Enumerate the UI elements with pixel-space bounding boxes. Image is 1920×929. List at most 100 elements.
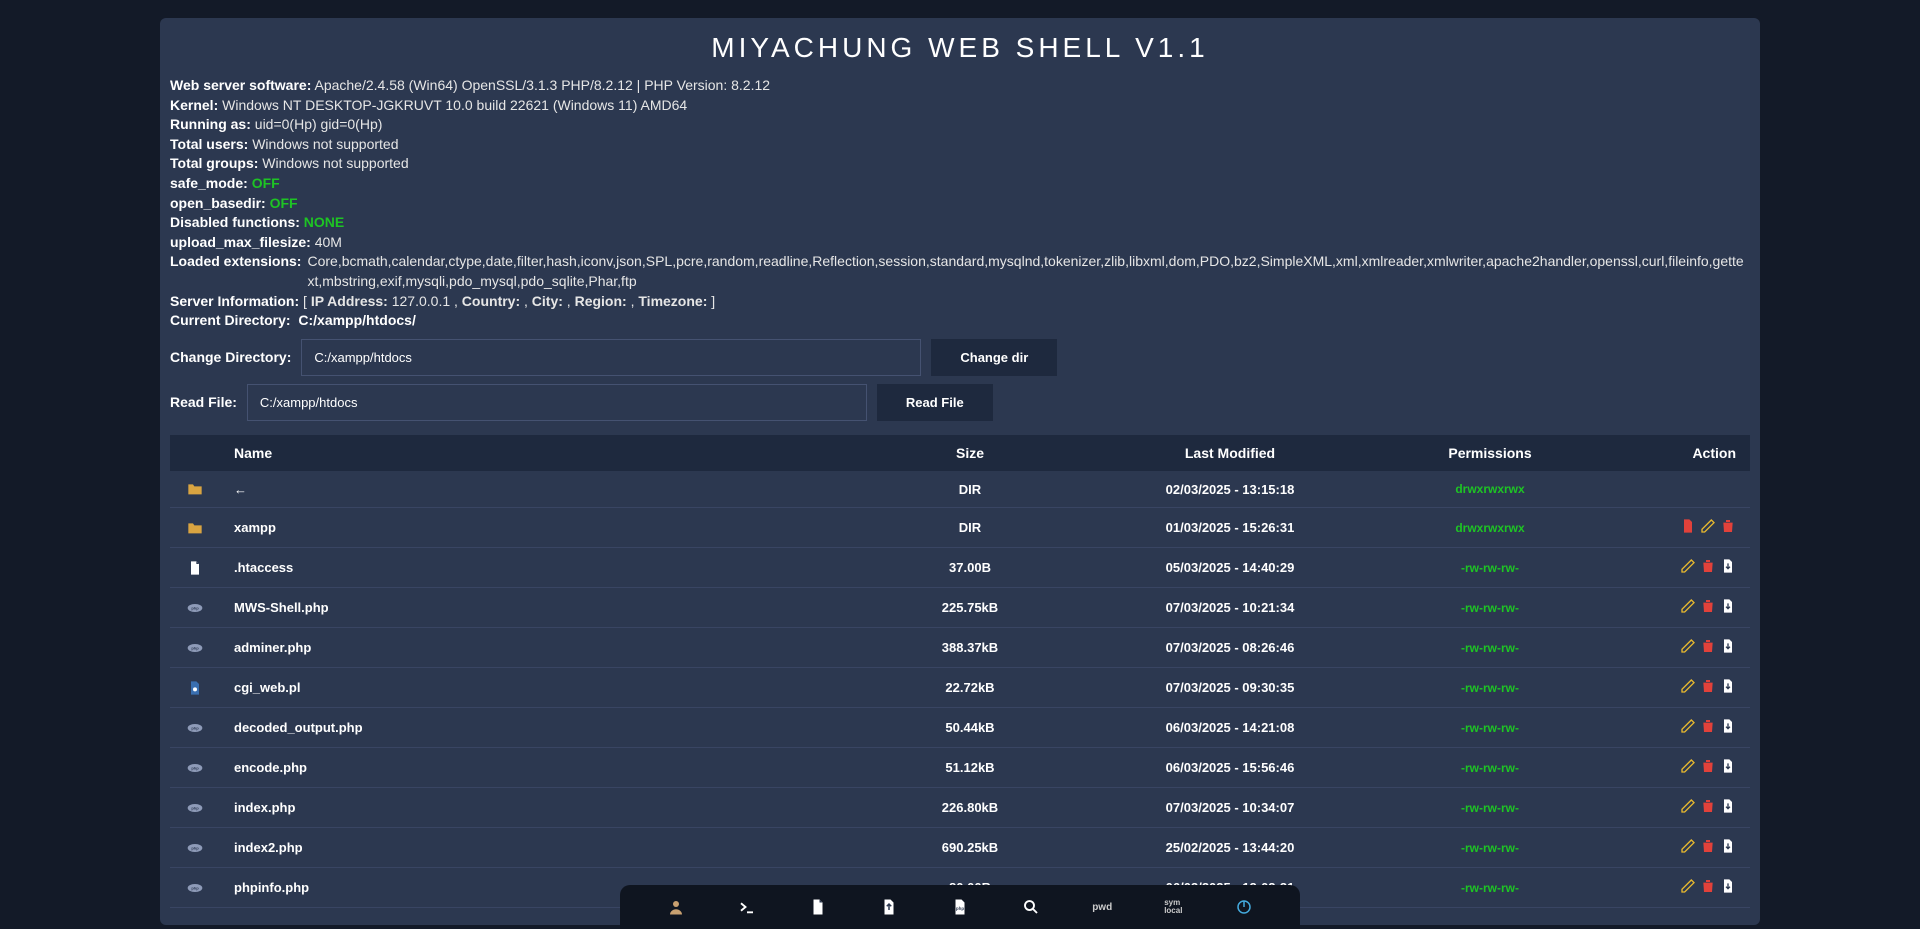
file-actions [1600,708,1750,748]
download-icon[interactable] [1720,878,1736,894]
file-name[interactable]: .htaccess [220,548,860,588]
taskbar-power-icon[interactable] [1224,887,1264,927]
file-date: 07/03/2025 - 10:34:07 [1080,788,1380,828]
kernel-value: Windows NT DESKTOP-JGKRUVT 10.0 build 22… [222,97,687,113]
total-users-label: Total users: [170,136,248,152]
file-size: 37.00B [860,548,1080,588]
table-row: .htaccess37.00B05/03/2025 - 14:40:29-rw-… [170,548,1750,588]
loaded-ext-value: Core,bcmath,calendar,ctype,date,filter,h… [307,252,1750,291]
file-table-wrap[interactable]: Name Size Last Modified Permissions Acti… [170,435,1750,915]
taskbar-php-file-icon[interactable]: php [940,887,980,927]
download-icon[interactable] [1720,718,1736,734]
taskbar-avatar-icon[interactable] [656,887,696,927]
taskbar-pwd-button[interactable]: pwd [1082,887,1122,927]
edit-icon[interactable] [1680,878,1696,894]
file-type-icon [170,668,220,708]
open-basedir-label: open_basedir: [170,195,266,211]
file-date: 07/03/2025 - 08:26:46 [1080,628,1380,668]
delete-icon[interactable] [1700,678,1716,694]
delete-icon[interactable] [1700,798,1716,814]
change-dir-input[interactable] [301,339,921,376]
download-icon[interactable] [1720,598,1736,614]
edit-icon[interactable] [1680,798,1696,814]
file-type-icon: php [170,788,220,828]
table-row: xamppDIR01/03/2025 - 15:26:31drwxrwxrwx [170,508,1750,548]
file-perm: -rw-rw-rw- [1380,748,1600,788]
svg-text:php: php [191,605,199,610]
svg-text:php: php [191,845,199,850]
file-type-icon: php [170,708,220,748]
taskbar-upload-file-icon[interactable] [869,887,909,927]
file-type-icon: php [170,828,220,868]
edit-icon[interactable] [1680,558,1696,574]
safe-mode-label: safe_mode: [170,175,248,191]
shell-container: MIYACHUNG WEB SHELL V1.1 Web server soft… [160,18,1760,925]
page-title: MIYACHUNG WEB SHELL V1.1 [170,32,1750,64]
delete-icon[interactable] [1700,558,1716,574]
edit-icon[interactable] [1680,598,1696,614]
edit-icon[interactable] [1680,718,1696,734]
current-dir-label: Current Directory: [170,312,291,328]
svg-text:php: php [191,725,199,730]
download-icon[interactable] [1720,758,1736,774]
taskbar-sym-button[interactable]: symlocal [1153,887,1193,927]
file-name[interactable]: cgi_web.pl [220,668,860,708]
change-dir-button[interactable]: Change dir [931,339,1057,376]
delete-icon[interactable] [1700,758,1716,774]
file-size: 22.72kB [860,668,1080,708]
ip-value: 127.0.0.1 [392,293,450,309]
svg-text:php: php [191,805,199,810]
edit-icon[interactable] [1680,678,1696,694]
file-size: 225.75kB [860,588,1080,628]
country-label: Country: [462,293,520,309]
file-name[interactable]: index2.php [220,828,860,868]
file-type-icon [170,548,220,588]
current-dir-value[interactable]: C:/xampp/htdocs/ [298,312,415,328]
taskbar-search-icon[interactable] [1011,887,1051,927]
delete-icon[interactable] [1720,518,1736,534]
file-perm: -rw-rw-rw- [1380,828,1600,868]
edit-icon[interactable] [1680,758,1696,774]
file-date: 06/03/2025 - 15:56:46 [1080,748,1380,788]
delete-icon[interactable] [1700,598,1716,614]
file-size: DIR [860,508,1080,548]
read-file-input[interactable] [247,384,867,421]
taskbar-new-file-icon[interactable] [798,887,838,927]
edit-icon[interactable] [1680,638,1696,654]
file-name[interactable]: decoded_output.php [220,708,860,748]
download-icon[interactable] [1720,798,1736,814]
file-perm: drwxrwxrwx [1380,471,1600,508]
table-row: phpindex.php226.80kB07/03/2025 - 10:34:0… [170,788,1750,828]
file-name[interactable]: encode.php [220,748,860,788]
file-name[interactable]: xampp [220,508,860,548]
delete-icon[interactable] [1700,878,1716,894]
taskbar-terminal-icon[interactable] [727,887,767,927]
delete-icon[interactable] [1700,638,1716,654]
file-name[interactable]: index.php [220,788,860,828]
file-date: 02/03/2025 - 13:15:18 [1080,471,1380,508]
file-name[interactable]: adminer.php [220,628,860,668]
rename-icon[interactable] [1680,518,1696,534]
timezone-label: Timezone: [638,293,707,309]
read-file-label: Read File: [170,394,237,410]
file-actions [1600,868,1750,908]
edit-icon[interactable] [1700,518,1716,534]
table-row: phpindex2.php690.25kB25/02/2025 - 13:44:… [170,828,1750,868]
file-name[interactable]: MWS-Shell.php [220,588,860,628]
delete-icon[interactable] [1700,718,1716,734]
read-file-button[interactable]: Read File [877,384,993,421]
file-date: 01/03/2025 - 15:26:31 [1080,508,1380,548]
file-date: 07/03/2025 - 09:30:35 [1080,668,1380,708]
ip-label: IP Address: [311,293,388,309]
edit-icon[interactable] [1680,838,1696,854]
file-name[interactable]: ← [220,471,860,508]
system-info: Web server software: Apache/2.4.58 (Win6… [170,76,1750,331]
download-icon[interactable] [1720,678,1736,694]
svg-text:php: php [191,645,199,650]
file-date: 07/03/2025 - 10:21:34 [1080,588,1380,628]
download-icon[interactable] [1720,638,1736,654]
file-actions [1600,788,1750,828]
download-icon[interactable] [1720,558,1736,574]
download-icon[interactable] [1720,838,1736,854]
delete-icon[interactable] [1700,838,1716,854]
